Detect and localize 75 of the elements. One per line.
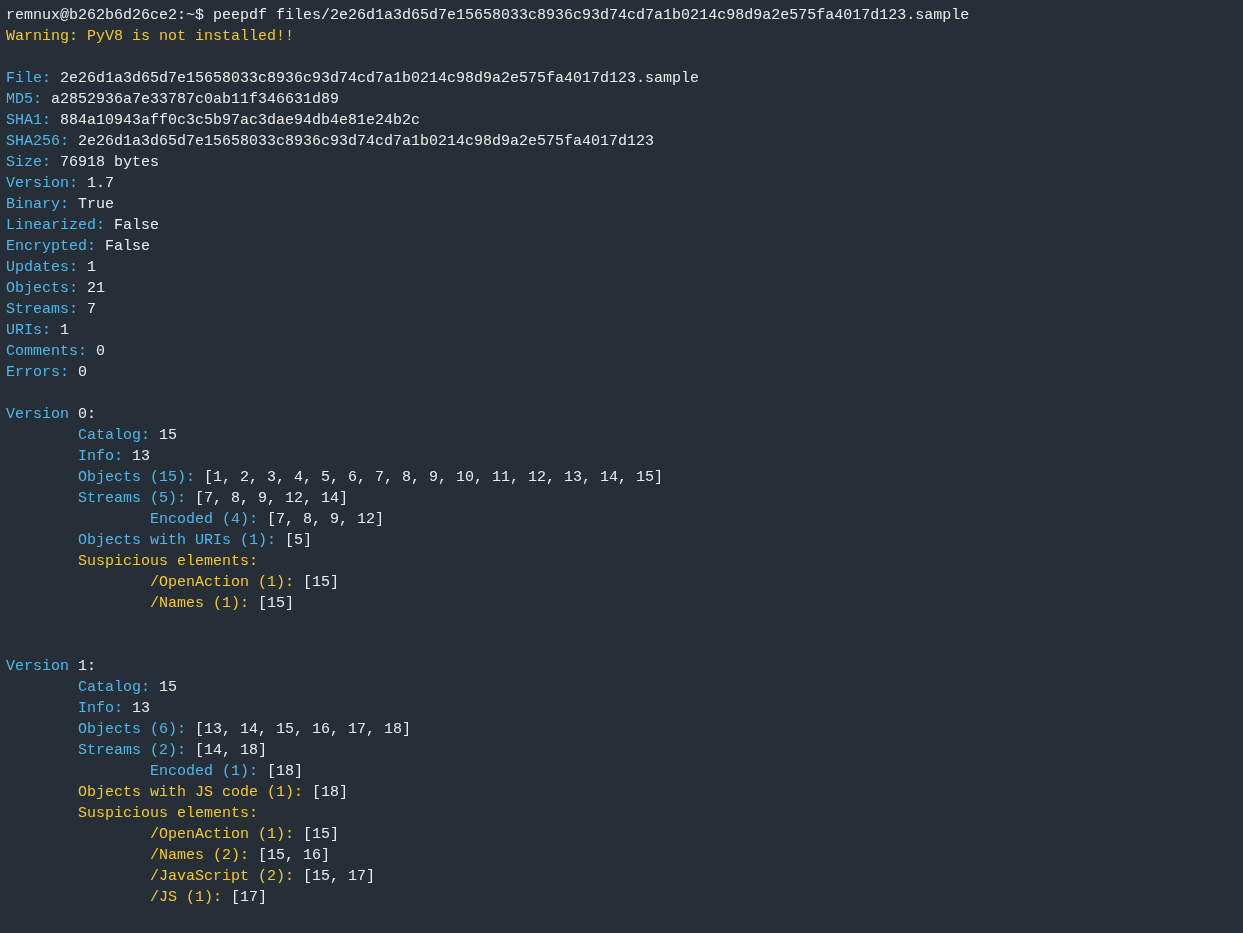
field-label: Info: (78, 447, 123, 467)
field-label: Objects with JS code (1): (78, 783, 304, 803)
field-label: Streams (5): (78, 489, 187, 509)
field-value: [15, 17] (303, 867, 376, 887)
field-label: /Names (1): (150, 594, 250, 614)
field-value: False (114, 216, 160, 236)
field-label: Errors: (6, 363, 69, 383)
field-value: False (105, 237, 151, 257)
field-label: Suspicious elements: (78, 804, 259, 824)
field-value: [13, 14, 15, 16, 17, 18] (195, 720, 412, 740)
field-value: [15] (303, 825, 340, 845)
field-value: 21 (87, 279, 106, 299)
field-value: 2e26d1a3d65d7e15658033c8936c93d74cd7a1b0214c98d9a2e575fa4017d123 (78, 132, 655, 152)
field-label: Updates: (6, 258, 78, 278)
field-label: Objects: (6, 279, 78, 299)
warning-text: Warning: PyV8 is not installed!! (6, 27, 295, 47)
field-value: a2852936a7e33787c0ab11f346631d89 (51, 90, 340, 110)
field-label: Version (6, 657, 69, 677)
field-value: 884a10943aff0c3c5b97ac3dae94db4e81e24b2c (60, 111, 421, 131)
field-value: [7, 8, 9, 12, 14] (195, 489, 349, 509)
field-value: 1 (60, 321, 70, 341)
field-value: 76918 bytes (60, 153, 160, 173)
field-label: Objects (6): (78, 720, 187, 740)
field-label: Objects (15): (78, 468, 196, 488)
field-label: SHA1: (6, 111, 51, 131)
field-label: Suspicious elements: (78, 552, 259, 572)
field-value: [1, 2, 3, 4, 5, 6, 7, 8, 9, 10, 11, 12, 13, 14, 15] (204, 468, 664, 488)
field-label: MD5: (6, 90, 42, 110)
field-value: 13 (132, 447, 151, 467)
field-value: [15] (303, 573, 340, 593)
field-label: Info: (78, 699, 123, 719)
field-value: 2e26d1a3d65d7e15658033c8936c93d74cd7a1b0214c98d9a2e575fa4017d123.sample (60, 69, 700, 89)
field-value: [5] (285, 531, 313, 551)
field-value: [18] (267, 762, 304, 782)
field-label: /JS (1): (150, 888, 222, 908)
field-label: Objects with URIs (1): (78, 531, 277, 551)
field-label: Streams (2): (78, 741, 187, 761)
field-label: Version (6, 405, 69, 425)
field-label: Version: (6, 174, 78, 194)
field-value: [15] (258, 594, 295, 614)
field-value: 15 (159, 678, 178, 698)
field-value: [18] (312, 783, 349, 803)
field-value: 13 (132, 699, 151, 719)
field-label: Encoded (4): (150, 510, 259, 530)
field-label: Linearized: (6, 216, 106, 236)
field-label: Streams: (6, 300, 78, 320)
field-label: /OpenAction (1): (150, 573, 295, 593)
field-value: 0 (78, 363, 88, 383)
field-value: 0 (96, 342, 106, 362)
field-value: [14, 18] (195, 741, 268, 761)
command-text: peepdf files/2e26d1a3d65d7e15658033c8936c93d74cd7a1b0214c98d9a2e575fa4017d123.sample (213, 6, 970, 26)
field-label: URIs: (6, 321, 51, 341)
field-label: Binary: (6, 195, 69, 215)
field-label: File: (6, 69, 51, 89)
field-value: 1 (87, 258, 97, 278)
field-label: /Names (2): (150, 846, 250, 866)
field-label: /OpenAction (1): (150, 825, 295, 845)
field-value: 7 (87, 300, 97, 320)
shell-prompt: remnux@b262b6d26ce2:~$ (6, 6, 205, 26)
field-label: Comments: (6, 342, 87, 362)
field-label: Catalog: (78, 426, 150, 446)
field-label: Catalog: (78, 678, 150, 698)
field-label: Encrypted: (6, 237, 96, 257)
field-label: Encoded (1): (150, 762, 259, 782)
field-label: Size: (6, 153, 51, 173)
field-value: True (78, 195, 115, 215)
field-value: 1: (78, 657, 97, 677)
field-value: 15 (159, 426, 178, 446)
field-label: SHA256: (6, 132, 69, 152)
field-value: [7, 8, 9, 12] (267, 510, 385, 530)
field-value: [15, 16] (258, 846, 331, 866)
field-value: 0: (78, 405, 97, 425)
field-value: 1.7 (87, 174, 115, 194)
field-value: [17] (231, 888, 268, 908)
field-label: /JavaScript (2): (150, 867, 295, 887)
